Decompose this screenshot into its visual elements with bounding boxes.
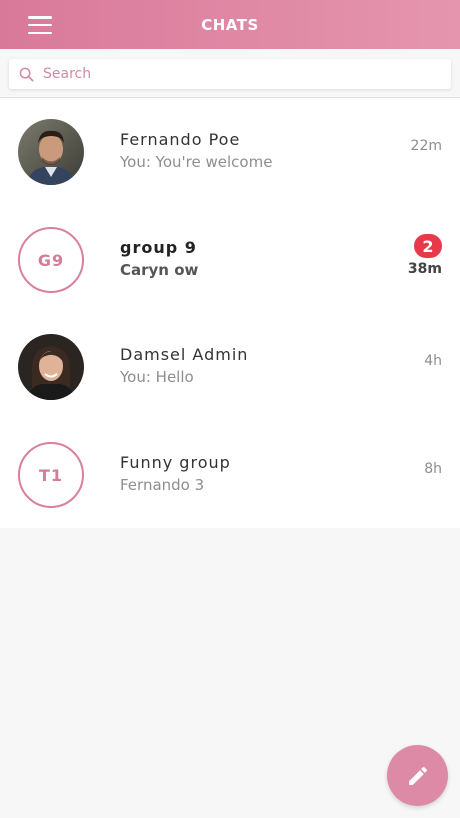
chat-row-group-9[interactable]: G9 group 9 Caryn ow 2 38m <box>0 206 460 314</box>
pencil-icon <box>406 764 430 788</box>
chat-row-funny-group[interactable]: T1 Funny group Fernando 3 8h <box>0 421 460 529</box>
avatar <box>18 119 84 185</box>
chat-preview: You: You're welcome <box>120 153 273 171</box>
chat-preview: Caryn ow <box>120 261 199 279</box>
chat-name: Funny group <box>120 453 231 472</box>
new-chat-button[interactable] <box>387 745 448 806</box>
chat-name: Damsel Admin <box>120 345 249 364</box>
unread-badge: 2 <box>414 234 442 258</box>
chat-preview: Fernando 3 <box>120 476 205 494</box>
chat-row-fernando-poe[interactable]: Fernando Poe You: You're welcome 22m <box>0 98 460 206</box>
avatar <box>18 334 84 400</box>
app-header: CHATS <box>0 0 460 49</box>
chat-name: group 9 <box>120 238 197 257</box>
chat-time: 8h <box>424 461 442 477</box>
chat-preview: You: Hello <box>120 368 194 386</box>
chat-name: Fernando Poe <box>120 130 241 149</box>
search-bar <box>0 49 460 98</box>
search-icon <box>19 66 35 82</box>
avatar-initials: G9 <box>18 227 84 293</box>
chat-row-damsel-admin[interactable]: Damsel Admin You: Hello 4h <box>0 313 460 421</box>
chat-time: 22m <box>410 138 442 154</box>
page-title: CHATS <box>201 15 259 34</box>
chat-time: 38m <box>407 261 442 277</box>
search-box[interactable] <box>9 59 451 89</box>
chat-time: 4h <box>424 353 442 369</box>
avatar-initials: T1 <box>18 442 84 508</box>
hamburger-menu-icon[interactable] <box>28 16 52 34</box>
search-input[interactable] <box>43 66 423 82</box>
chat-list: Fernando Poe You: You're welcome 22m G9 … <box>0 98 460 528</box>
